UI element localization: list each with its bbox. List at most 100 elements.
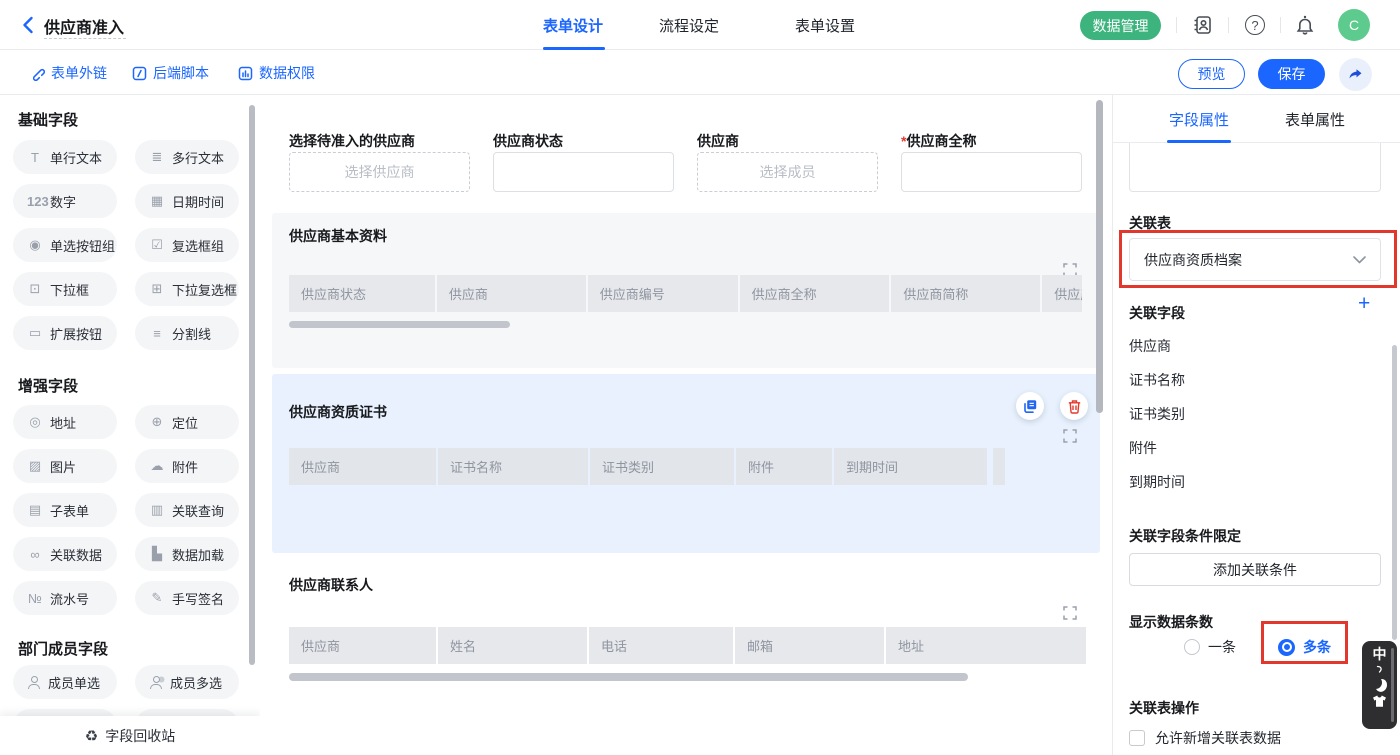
field-label: 地址: [50, 413, 76, 432]
tab-form-setting[interactable]: 表单设置: [795, 15, 855, 36]
delete-section-button[interactable]: [1060, 392, 1088, 420]
field-label-select-supplier: 选择待准入的供应商: [289, 131, 415, 151]
field-dropdown[interactable]: ⊡下拉框: [13, 272, 117, 306]
title-edit-underline: [44, 38, 126, 39]
data-manage-button[interactable]: 数据管理: [1080, 11, 1161, 40]
supplier-full-name-input[interactable]: [901, 152, 1082, 192]
allow-add-related-row[interactable]: 允许新增关联表数据: [1129, 728, 1281, 748]
tab-form-properties[interactable]: 表单属性: [1285, 109, 1345, 130]
field-handwritten-signature[interactable]: ✎手写签名: [135, 581, 239, 615]
table-operations-label: 关联表操作: [1129, 698, 1199, 718]
app-header: 供应商准入 表单设计 流程设定 表单设置 数据管理 ?: [0, 0, 1400, 50]
back-icon[interactable]: [18, 14, 40, 36]
field-image[interactable]: ▨图片: [13, 449, 117, 483]
field-title-textarea[interactable]: [1129, 143, 1381, 192]
preview-button[interactable]: 预览: [1178, 59, 1245, 89]
section-title: 供应商联系人: [289, 575, 373, 595]
horizontal-scrollbar[interactable]: [289, 673, 968, 681]
section-supplier-certificates-selected[interactable]: 供应商资质证书 供应商 证书名称: [272, 374, 1100, 553]
field-multi-dropdown[interactable]: ⊞下拉复选框: [135, 272, 239, 306]
radio-selected-icon: [1278, 639, 1295, 656]
dark-mode-moon-icon[interactable]: [1373, 678, 1387, 692]
theme-shirt-icon[interactable]: [1372, 695, 1387, 708]
field-number[interactable]: 123 数字: [13, 184, 117, 218]
share-button[interactable]: [1339, 58, 1372, 91]
inspector-scrollbar[interactable]: [1392, 345, 1397, 640]
add-condition-button[interactable]: 添加关联条件: [1129, 553, 1381, 586]
tab-field-properties[interactable]: 字段属性: [1169, 109, 1229, 130]
field-divider[interactable]: ≡分割线: [135, 316, 239, 350]
expand-icon[interactable]: [1063, 429, 1077, 443]
horizontal-scrollbar[interactable]: [289, 321, 510, 328]
add-related-field-button[interactable]: +: [1358, 295, 1370, 313]
field-data-load[interactable]: ▙数据加载: [135, 537, 239, 571]
placeholder-text: 选择成员: [760, 162, 816, 182]
field-label-supplier-status: 供应商状态: [493, 131, 563, 151]
share-arrow-icon: [1347, 66, 1364, 83]
select-member-input[interactable]: 选择成员: [697, 152, 878, 192]
field-multi-line-text[interactable]: ≣ 多行文本: [135, 140, 239, 174]
related-field-item[interactable]: 证书名称: [1129, 370, 1185, 390]
notification-bell-icon[interactable]: [1292, 12, 1318, 38]
field-member-single[interactable]: 成员单选: [13, 665, 117, 699]
form-external-link-button[interactable]: 表单外链: [30, 63, 107, 83]
select-supplier-input[interactable]: 选择供应商: [289, 152, 470, 192]
expand-icon[interactable]: [1063, 606, 1077, 620]
radio-option-multiple[interactable]: 多条: [1278, 637, 1331, 657]
save-button[interactable]: 保存: [1258, 59, 1325, 89]
radio-option-single[interactable]: 一条: [1184, 637, 1236, 657]
field-location[interactable]: ⊕定位: [135, 405, 239, 439]
widget-scrollbar-overlay: [1391, 648, 1394, 722]
properties-panel: 字段属性 表单属性 关联表 供应商资质档案 关联字段 供应商 证书名称 证书类别…: [1112, 95, 1400, 755]
related-table-select[interactable]: 供应商资质档案: [1129, 238, 1381, 281]
related-field-item[interactable]: 证书类别: [1129, 404, 1185, 424]
supplier-status-input[interactable]: [493, 152, 674, 192]
tab-flow-setting[interactable]: 流程设定: [659, 15, 719, 36]
field-related-query[interactable]: ▥关联查询: [135, 493, 239, 527]
number-icon: 123: [27, 194, 43, 209]
section-supplier-basic-info[interactable]: 供应商基本资料 供应商状态 供应商 供应商编号 供应商全称 供应商简称 供应产: [272, 213, 1100, 368]
field-extend-button[interactable]: ▭扩展按钮: [13, 316, 117, 350]
copy-section-button[interactable]: [1016, 392, 1044, 420]
section-title: 供应商资质证书: [289, 402, 387, 422]
page-title[interactable]: 供应商准入: [44, 14, 124, 38]
related-field-item[interactable]: 供应商: [1129, 336, 1171, 356]
display-count-label: 显示数据条数: [1129, 612, 1213, 632]
sidebar-scrollbar[interactable]: [249, 105, 255, 665]
column-header: 附件: [736, 448, 832, 485]
related-table-value: 供应商资质档案: [1144, 250, 1242, 270]
field-radio-group[interactable]: ◉单选按钮组: [13, 228, 117, 262]
field-datetime[interactable]: ▦日期时间: [135, 184, 239, 218]
field-address[interactable]: ◎地址: [13, 405, 117, 439]
field-checkbox-group[interactable]: ☑复选框组: [135, 228, 239, 262]
field-attachment[interactable]: ☁附件: [135, 449, 239, 483]
field-single-line-text[interactable]: T单行文本: [13, 140, 117, 174]
field-label: 数字: [50, 192, 76, 211]
tab-form-design[interactable]: 表单设计: [543, 15, 603, 36]
subform-icon: ▤: [27, 502, 43, 518]
multi-line-text-icon: ≣: [149, 149, 165, 165]
data-permission-button[interactable]: 数据权限: [238, 63, 315, 83]
column-header: 姓名: [438, 627, 587, 664]
field-label: 子表单: [50, 501, 89, 520]
related-field-item[interactable]: 到期时间: [1129, 472, 1185, 492]
backend-script-button[interactable]: 后端脚本: [132, 63, 209, 83]
language-toggle-icon[interactable]: 中: [1373, 646, 1387, 662]
field-related-data[interactable]: ∞关联数据: [13, 537, 117, 571]
field-label: 日期时间: [172, 192, 224, 211]
floating-widget[interactable]: 中: [1362, 641, 1397, 729]
field-member-multi[interactable]: 成员多选: [135, 665, 239, 699]
section-supplier-contacts[interactable]: 供应商联系人 供应商 姓名 电话 邮箱 地址: [272, 559, 1100, 755]
canvas-vertical-scrollbar[interactable]: [1096, 100, 1103, 413]
label-text: 供应商全称: [906, 133, 976, 149]
help-icon[interactable]: ?: [1242, 12, 1268, 38]
field-serial-number[interactable]: №流水号: [13, 581, 117, 615]
field-subform[interactable]: ▤ 子表单: [13, 493, 117, 527]
related-query-icon: ▥: [149, 502, 165, 518]
contact-book-icon[interactable]: [1190, 12, 1216, 38]
section-title: 供应商基本资料: [289, 226, 387, 246]
field-label: 多行文本: [172, 148, 224, 167]
user-avatar[interactable]: C: [1338, 9, 1370, 41]
field-recycle-bin-button[interactable]: ♻ 字段回收站: [0, 716, 260, 755]
related-field-item[interactable]: 附件: [1129, 438, 1157, 458]
